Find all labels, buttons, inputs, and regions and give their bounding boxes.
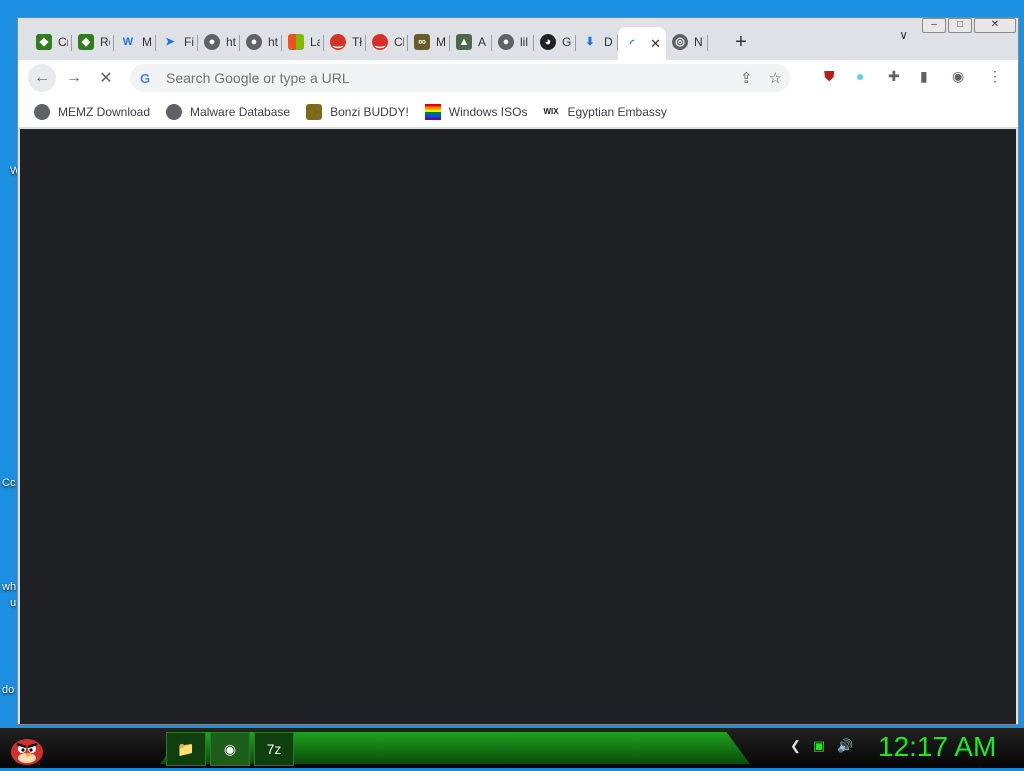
bookmark-item[interactable]: Bonzi BUDDY! (306, 103, 409, 120)
tab[interactable]: ‿ Cl (366, 27, 408, 57)
tab[interactable]: WM (114, 27, 156, 57)
address-bar-input[interactable] (164, 69, 728, 87)
tab-strip: ◆Cr ◆Re WM ➤Fi ●ht ●ht La ‿Tł ‿Cl ∞M ▲A … (18, 24, 1018, 61)
bookmark-label: Egyptian Embassy (567, 104, 667, 119)
tray-arrow-icon[interactable]: ❮ (790, 738, 801, 754)
new-tab-button[interactable]: + (726, 31, 756, 54)
extension-flag-icon[interactable]: ● (856, 68, 864, 84)
desktop-icon-label: Cc (2, 477, 16, 489)
tab-title: A (478, 35, 487, 49)
volume-icon[interactable]: 🔊 (837, 738, 853, 754)
tab[interactable]: ● lil (492, 27, 534, 57)
tab[interactable]: ⬇ D (576, 27, 618, 57)
wix-icon: WIX (543, 106, 559, 116)
clock[interactable]: 12:17 AM (878, 731, 996, 763)
desktop-icon-label: u (10, 597, 17, 609)
taskbar: 📁 ◉ 7z ❮ ▣ 🔊 12:17 AM (0, 728, 1024, 768)
tab-active[interactable]: ◜ ✕ (618, 27, 666, 61)
chrome-icon: ◎ (672, 34, 688, 50)
globe-icon: ● (204, 34, 220, 50)
globe-icon: ● (246, 34, 262, 50)
tab[interactable]: ▲ A (450, 27, 492, 57)
forward-button[interactable]: → (60, 64, 88, 92)
network-icon[interactable]: ▣ (813, 738, 825, 754)
loading-spinner-icon: ◜ (629, 38, 635, 50)
profile-avatar-icon[interactable]: ◉ (952, 68, 964, 85)
lips-icon: ‿ (330, 34, 346, 50)
chrome-menu-button[interactable]: ⋮ (988, 68, 1002, 85)
start-button[interactable] (8, 730, 46, 766)
tab-title: D (604, 35, 613, 49)
tab[interactable]: ◎ N (666, 27, 708, 57)
tab[interactable]: ● ht (240, 27, 282, 57)
tab-title: M (436, 35, 446, 49)
tab-title: ht (226, 35, 236, 49)
bookmarks-bar: MEMZ Download Malware Database Bonzi BUD… (18, 96, 1018, 128)
tab-close-icon[interactable]: ✕ (650, 36, 661, 52)
bookmark-label: Windows ISOs (448, 104, 528, 119)
side-panel-icon[interactable]: ▮ (920, 68, 928, 85)
stop-button[interactable]: ✕ (92, 64, 120, 92)
omnibox[interactable]: G ⇪ ☆ (130, 64, 790, 92)
globe-icon (166, 103, 183, 120)
download-icon: ⬇ (585, 36, 595, 48)
browser-window: – □ ✕ ◆Cr ◆Re WM ➤Fi ●ht ●ht La ‿Tł ‿Cl … (17, 17, 1019, 725)
bookmark-label: Bonzi BUDDY! (330, 104, 409, 119)
angry-bird-icon (11, 739, 43, 765)
tab[interactable]: ◆ Re (72, 27, 114, 57)
lips-icon: ‿ (372, 34, 388, 50)
bookmark-item[interactable]: Malware Database (166, 103, 291, 120)
infinity-icon: ∞ (414, 34, 430, 50)
back-button[interactable]: ← (28, 64, 56, 92)
bookmark-star-icon[interactable]: ☆ (769, 69, 782, 87)
tab-title: lil (520, 35, 528, 49)
w-letter-icon: W (122, 36, 134, 48)
tab-title: M (142, 35, 152, 49)
bird-icon: ➤ (165, 36, 175, 48)
7zip-icon[interactable]: 7z (254, 732, 294, 766)
tab-title: G (562, 35, 572, 49)
globe-icon: ● (498, 34, 514, 50)
chrome-icon[interactable]: ◉ (210, 732, 250, 766)
tab-search-button[interactable]: ∨ (899, 28, 908, 42)
google-g-icon: G (140, 71, 151, 86)
bonzi-icon (306, 103, 323, 120)
tab-title: N (694, 35, 703, 49)
tab[interactable]: ∞ M (408, 27, 450, 57)
tab[interactable]: ◆ Cr (30, 27, 72, 57)
desktop-icon-label: wh (2, 581, 17, 593)
tab[interactable]: La (282, 27, 324, 57)
toolbar: ← → ✕ G ⇪ ☆ ⛊ ● ✚ ▮ ◉ ⋮ (18, 60, 1018, 96)
bookmark-label: MEMZ Download (58, 104, 151, 119)
bookmark-item[interactable]: MEMZ Download (34, 103, 151, 120)
tab[interactable]: ◕ G (534, 27, 576, 57)
windows-logo-icon (288, 34, 304, 50)
desktop-icon-label: do (2, 684, 15, 696)
rainbow-flag-icon (424, 103, 441, 120)
tab-title: Fi (184, 35, 194, 49)
file-explorer-icon[interactable]: 📁 (166, 732, 206, 766)
tab[interactable]: ➤ Fi (156, 27, 198, 57)
landscape-icon: ▲ (456, 34, 472, 50)
bookmark-label: Malware Database (190, 104, 291, 119)
bookmark-item[interactable]: WIX Egyptian Embassy (543, 104, 666, 120)
tab[interactable]: ● ht (198, 27, 240, 57)
tab-title: Tł (352, 35, 362, 49)
shield-green-icon: ◆ (78, 34, 94, 50)
tab-title: Cl (394, 35, 404, 49)
page-content[interactable] (20, 129, 1016, 724)
system-tray: ❮ ▣ 🔊 (790, 738, 853, 754)
ublock-origin-icon[interactable]: ⛊ (824, 68, 835, 85)
bookmark-item[interactable]: Windows ISOs (424, 103, 528, 120)
shield-green-icon: ◆ (36, 34, 52, 50)
github-icon: ◕ (540, 34, 556, 50)
tab-title: ht (268, 35, 278, 49)
tab-title: Cr (58, 35, 68, 49)
extensions-puzzle-icon[interactable]: ✚ (888, 68, 900, 85)
globe-icon (34, 103, 50, 120)
share-icon[interactable]: ⇪ (740, 69, 753, 87)
tab[interactable]: ‿ Tł (324, 27, 366, 57)
tab-title: Re (100, 35, 110, 49)
tab-title: La (310, 35, 320, 49)
